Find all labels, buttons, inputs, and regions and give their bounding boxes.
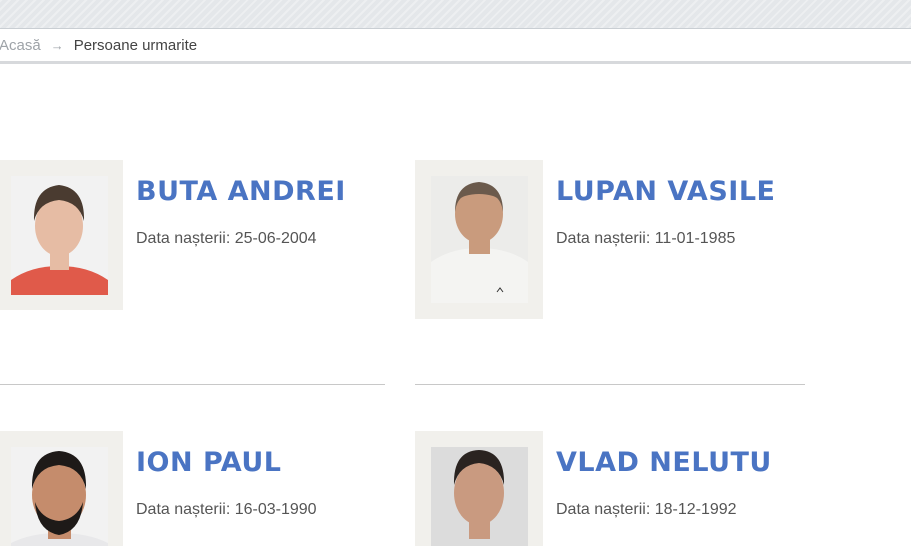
breadcrumb-home-link[interactable]: Acasă — [0, 37, 41, 54]
top-navigation-bar — [0, 0, 911, 29]
person-birth-date: Data nașterii: 11-01-1985 — [556, 230, 736, 247]
breadcrumb-current: Persoane urmarite — [73, 36, 198, 54]
person-portrait-icon — [431, 447, 528, 546]
person-photo — [11, 176, 108, 295]
person-portrait-icon — [11, 176, 108, 295]
arrow-right-icon: → — [50, 37, 64, 53]
person-birth-date: Data nașterii: 18-12-1992 — [556, 501, 737, 518]
person-portrait-icon — [431, 176, 528, 303]
person-photo — [11, 447, 108, 546]
person-birth-date: Data nașterii: 25-06-2004 — [136, 230, 317, 247]
row-divider — [0, 384, 385, 385]
person-name[interactable]: BUTA ANDREI — [136, 176, 346, 207]
person-portrait-icon — [11, 447, 108, 546]
person-name[interactable]: LUPAN VASILE — [556, 176, 775, 207]
person-name[interactable]: ION PAUL — [136, 447, 282, 478]
person-birth-date: Data nașterii: 16-03-1990 — [136, 501, 317, 518]
row-divider — [415, 384, 805, 385]
breadcrumb: Acasă → Persoane urmarite — [0, 29, 911, 64]
person-photo — [431, 447, 528, 546]
person-photo — [431, 176, 528, 303]
person-name[interactable]: VLAD NELUTU — [556, 447, 772, 478]
